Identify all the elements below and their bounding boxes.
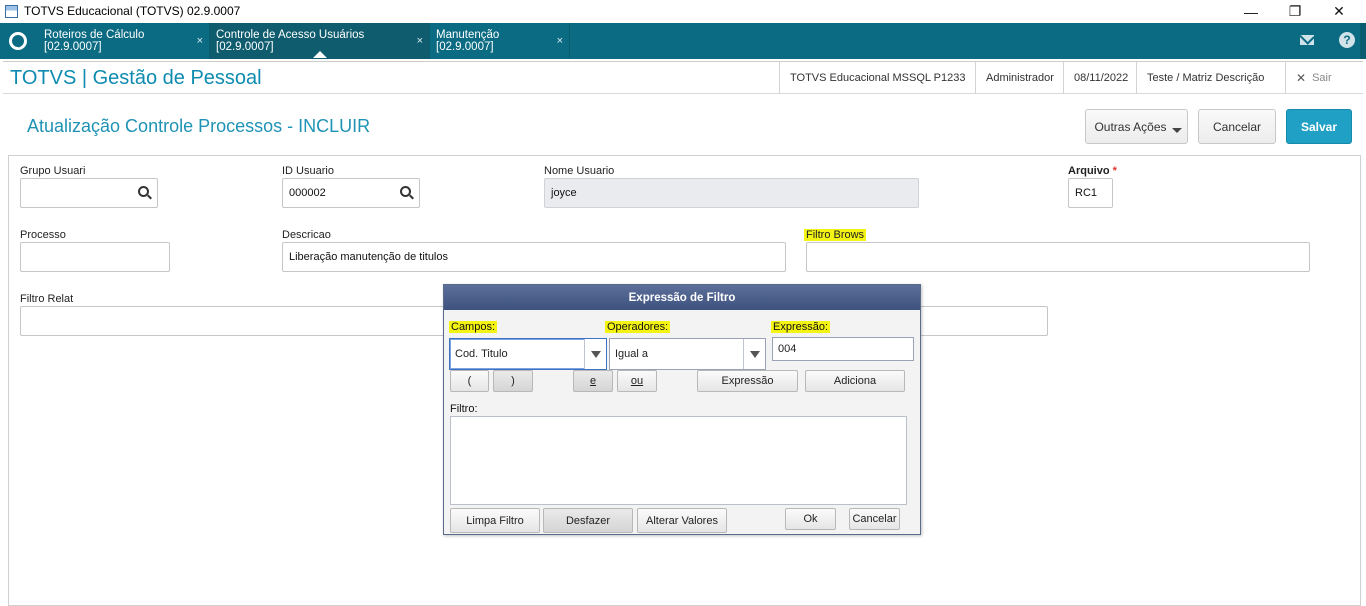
search-icon[interactable] xyxy=(138,186,149,197)
nome-usuario-field: joyce xyxy=(544,178,919,208)
descricao-label: Descricao xyxy=(282,229,331,241)
tab-manutencao[interactable]: Manutenção [02.9.0007] × xyxy=(430,23,570,59)
environment-info: TOTVS Educacional MSSQL P1233 xyxy=(779,62,975,94)
tab-roteiros-calculo[interactable]: Roteiros de Cálculo [02.9.0007] × xyxy=(38,23,210,59)
user-info: Administrador xyxy=(975,62,1064,94)
exit-button[interactable]: ✕ Sair xyxy=(1285,62,1363,94)
arquivo-label-text: Arquivo xyxy=(1068,165,1110,177)
change-values-button[interactable]: Alterar Valores xyxy=(637,508,727,533)
operadores-value: Igual a xyxy=(615,348,649,360)
window-title-bar: TOTVS Educacional (TOTVS) 02.9.0007 — ❐ … xyxy=(0,0,1366,23)
tab-close-icon[interactable]: × xyxy=(557,35,563,47)
filtro-brows-label: Filtro Brows xyxy=(804,229,867,241)
other-actions-label: Outras Ações xyxy=(1094,119,1167,134)
help-icon[interactable]: ? xyxy=(1339,32,1355,48)
filtro-label: Filtro: xyxy=(450,403,478,415)
window-title: TOTVS Educacional (TOTVS) 02.9.0007 xyxy=(24,4,241,18)
date-info: 08/11/2022 xyxy=(1063,62,1138,94)
active-tab-pointer xyxy=(313,51,327,58)
operadores-select[interactable]: Igual a xyxy=(609,338,766,370)
chevron-down-icon[interactable] xyxy=(584,339,606,369)
expression-button[interactable]: Expressão xyxy=(697,370,798,392)
other-actions-button[interactable]: Outras Ações xyxy=(1085,109,1188,144)
close-window-button[interactable]: ✕ xyxy=(1316,0,1362,23)
arquivo-value: RC1 xyxy=(1075,187,1098,199)
clear-filter-button[interactable]: Limpa Filtro xyxy=(450,508,540,533)
save-button[interactable]: Salvar xyxy=(1286,109,1352,144)
chevron-down-icon[interactable] xyxy=(743,339,765,369)
filtro-brows-input[interactable] xyxy=(806,242,1310,272)
tab-close-icon[interactable]: × xyxy=(197,35,203,47)
dialog-title: Expressão de Filtro xyxy=(444,285,920,310)
tab-scrollbar[interactable] xyxy=(1360,23,1366,59)
add-button[interactable]: Adiciona xyxy=(805,370,905,392)
or-label: ou xyxy=(630,375,644,387)
campos-label: Campos: xyxy=(449,321,498,333)
processo-label: Processo xyxy=(20,229,66,241)
branch-info: Teste / Matriz Descrição xyxy=(1136,62,1274,94)
tab-bar: Roteiros de Cálculo [02.9.0007] × Contro… xyxy=(0,23,1366,59)
app-header: TOTVS | Gestão de Pessoal TOTVS Educacio… xyxy=(3,61,1363,94)
id-usuario-value: 000002 xyxy=(289,187,326,199)
page-title: Atualização Controle Processos - INCLUIR xyxy=(27,116,371,136)
filtro-brows-label-text: Filtro Brows xyxy=(804,229,867,241)
filtro-relat-label: Filtro Relat xyxy=(20,293,74,305)
tab-label: Controle de Acesso Usuários [02.9.0007] xyxy=(216,29,365,53)
undo-button[interactable]: Desfazer xyxy=(543,508,633,533)
operadores-label: Operadores: xyxy=(605,321,671,333)
close-paren-button[interactable]: ) xyxy=(493,370,533,392)
totvs-logo-icon[interactable] xyxy=(9,32,27,50)
open-paren-button[interactable]: ( xyxy=(450,370,489,392)
expressao-label-text: Expressão: xyxy=(771,321,831,333)
chevron-down-icon xyxy=(1172,128,1182,133)
app-brand: TOTVS | Gestão de Pessoal xyxy=(10,67,262,89)
campos-label-text: Campos: xyxy=(449,321,498,333)
campos-value: Cod. Titulo xyxy=(455,348,508,360)
exit-label: Sair xyxy=(1312,72,1332,84)
minimize-button[interactable]: — xyxy=(1228,0,1274,23)
tab-label: Roteiros de Cálculo [02.9.0007] xyxy=(44,29,145,53)
processo-input[interactable] xyxy=(20,242,170,272)
expressao-label: Expressão: xyxy=(771,321,831,333)
search-icon[interactable] xyxy=(400,186,411,197)
id-usuario-label: ID Usuario xyxy=(282,165,334,177)
grupo-usuari-label: Grupo Usuari xyxy=(20,165,86,177)
arquivo-label: Arquivo * xyxy=(1068,165,1117,177)
restore-button[interactable]: ❐ xyxy=(1272,0,1318,23)
filtro-textarea[interactable] xyxy=(450,416,907,505)
expression-button-label: Expressão xyxy=(721,375,774,387)
expressao-value: 004 xyxy=(778,343,797,355)
add-button-label: Adiciona xyxy=(833,375,877,387)
id-usuario-input[interactable]: 000002 xyxy=(282,178,420,208)
dialog-cancel-button[interactable]: Cancelar xyxy=(849,508,900,530)
and-button[interactable]: e xyxy=(573,370,613,392)
app-icon xyxy=(5,5,18,18)
arquivo-input[interactable]: RC1 xyxy=(1068,178,1113,208)
grupo-usuari-input[interactable] xyxy=(20,178,158,208)
campos-select[interactable]: Cod. Titulo xyxy=(449,338,607,370)
descricao-input[interactable]: Liberação manutenção de titulos xyxy=(282,242,786,272)
tab-close-icon[interactable]: × xyxy=(417,35,423,47)
nome-usuario-value: joyce xyxy=(551,187,577,199)
close-icon: ✕ xyxy=(1296,71,1307,85)
or-button[interactable]: ou xyxy=(617,370,657,392)
required-marker: * xyxy=(1112,165,1117,177)
cancel-button[interactable]: Cancelar xyxy=(1198,109,1276,144)
mail-icon[interactable] xyxy=(1300,35,1314,45)
operadores-label-text: Operadores: xyxy=(605,321,671,333)
and-label: e xyxy=(589,375,597,387)
ok-button[interactable]: Ok xyxy=(785,508,836,530)
filter-expression-dialog: Expressão de Filtro Campos: Cod. Titulo … xyxy=(443,284,921,535)
nome-usuario-label: Nome Usuario xyxy=(544,165,615,177)
expressao-input[interactable]: 004 xyxy=(772,337,914,361)
descricao-value: Liberação manutenção de titulos xyxy=(289,251,448,263)
tab-label: Manutenção [02.9.0007] xyxy=(436,29,500,53)
